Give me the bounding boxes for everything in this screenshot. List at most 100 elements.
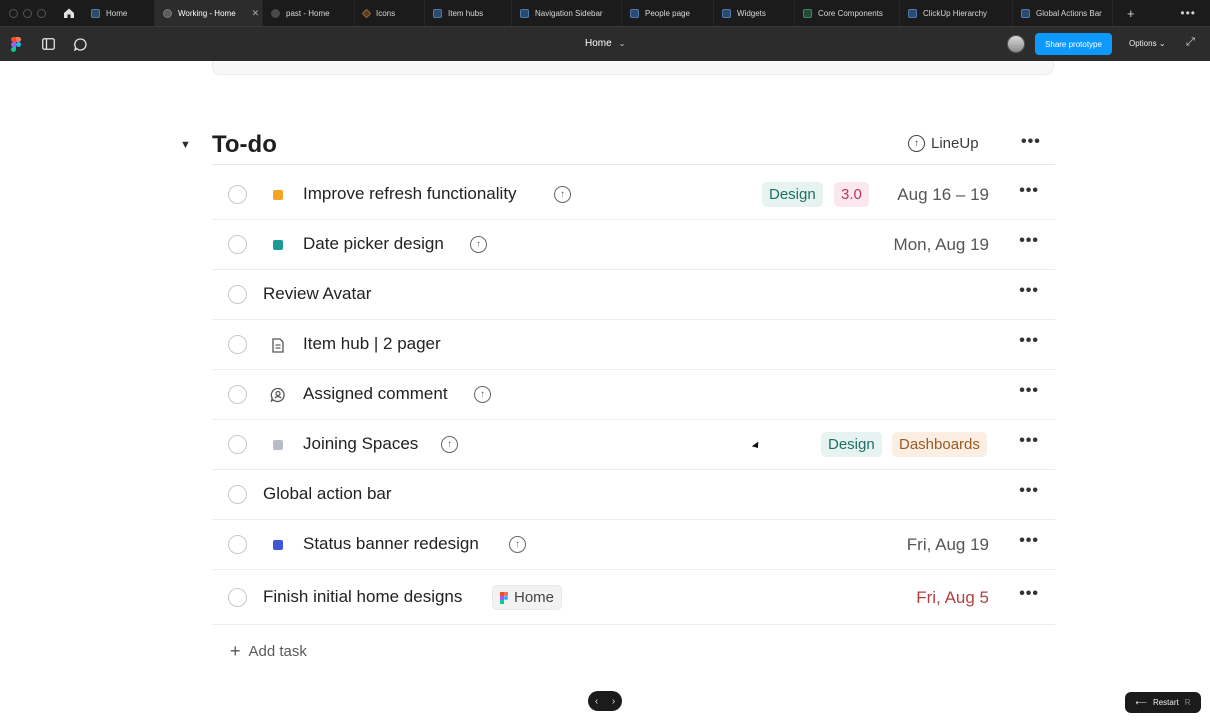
dot-icon bbox=[271, 8, 280, 18]
lineup-icon[interactable]: ↑ bbox=[474, 386, 491, 403]
task-date[interactable]: Fri, Aug 5 bbox=[916, 588, 989, 608]
tag-design[interactable]: Design bbox=[762, 182, 823, 207]
section-more-icon[interactable]: ••• bbox=[1021, 133, 1041, 151]
task-more-icon[interactable]: ••• bbox=[1019, 482, 1039, 500]
task-name[interactable]: Date picker design bbox=[303, 234, 444, 254]
section-title: To-do bbox=[212, 131, 277, 158]
prototype-canvas: ▼ To-do ↑ LineUp ••• Improve refresh fun… bbox=[0, 61, 1210, 720]
tab-global-actions-bar[interactable]: Global Actions Bar bbox=[1013, 0, 1113, 26]
task-more-icon[interactable]: ••• bbox=[1019, 232, 1039, 250]
previous-frame-icon[interactable]: ‹ bbox=[595, 696, 598, 707]
close-tab-icon[interactable]: ✕ bbox=[252, 8, 260, 19]
task-checkbox[interactable] bbox=[228, 185, 247, 204]
task-checkbox[interactable] bbox=[228, 535, 247, 554]
task-more-icon[interactable]: ••• bbox=[1019, 532, 1039, 550]
task-more-icon[interactable]: ••• bbox=[1019, 585, 1039, 603]
task-more-icon[interactable]: ••• bbox=[1019, 382, 1039, 400]
task-checkbox[interactable] bbox=[228, 485, 247, 504]
tab-clickup-hierarchy[interactable]: ClickUp Hierarchy bbox=[900, 0, 1013, 26]
figma-logo-icon[interactable] bbox=[0, 27, 32, 62]
task-checkbox[interactable] bbox=[228, 285, 247, 304]
task-row[interactable]: Assigned comment ↑ ••• bbox=[212, 370, 1055, 420]
chevron-down-icon: ⌄ bbox=[618, 39, 626, 48]
task-row[interactable]: Item hub | 2 pager ••• bbox=[212, 320, 1055, 370]
task-name[interactable]: Status banner redesign bbox=[303, 534, 479, 554]
status-square-icon bbox=[273, 190, 283, 200]
tab-home[interactable]: Home bbox=[83, 0, 155, 26]
share-prototype-button[interactable]: Share prototype bbox=[1035, 33, 1112, 55]
tab-people-page[interactable]: People page bbox=[622, 0, 714, 26]
tab-icons[interactable]: Icons bbox=[355, 0, 425, 26]
caret-down-icon[interactable]: ▼ bbox=[180, 139, 192, 151]
diamond-icon bbox=[361, 8, 372, 18]
task-name[interactable]: Item hub | 2 pager bbox=[303, 334, 441, 354]
lineup-icon[interactable]: ↑ bbox=[554, 186, 571, 203]
tab-widgets[interactable]: Widgets bbox=[714, 0, 795, 26]
task-name[interactable]: Joining Spaces bbox=[303, 434, 418, 454]
tag-version[interactable]: 3.0 bbox=[834, 182, 869, 207]
status-square-icon bbox=[273, 540, 283, 550]
task-date[interactable]: Fri, Aug 19 bbox=[907, 535, 989, 555]
task-row[interactable]: Status banner redesign ↑ Fri, Aug 19 ••• bbox=[212, 520, 1055, 570]
new-tab-button[interactable]: + bbox=[1127, 6, 1135, 21]
figma-file-icon bbox=[722, 8, 731, 18]
task-checkbox[interactable] bbox=[228, 435, 247, 454]
task-name[interactable]: Improve refresh functionality bbox=[303, 184, 517, 204]
document-icon bbox=[269, 336, 287, 354]
task-more-icon[interactable]: ••• bbox=[1019, 282, 1039, 300]
tag-dashboards[interactable]: Dashboards bbox=[892, 432, 987, 457]
figma-logo-icon bbox=[500, 591, 508, 604]
task-row[interactable]: Global action bar ••• bbox=[212, 470, 1055, 520]
task-date[interactable]: Aug 16 – 19 bbox=[897, 185, 989, 205]
close-window-button[interactable] bbox=[9, 8, 18, 18]
task-row[interactable]: Date picker design ↑ Mon, Aug 19 ••• bbox=[212, 220, 1055, 270]
task-name[interactable]: Finish initial home designs bbox=[263, 587, 462, 607]
status-square-icon bbox=[273, 240, 283, 250]
more-icon[interactable]: ••• bbox=[1180, 6, 1196, 20]
home-icon[interactable] bbox=[55, 0, 83, 26]
options-button[interactable]: Options ⌄ bbox=[1129, 39, 1166, 48]
expand-icon[interactable]: ⤢ bbox=[1186, 36, 1195, 49]
lineup-icon: ↑ bbox=[908, 135, 925, 152]
task-checkbox[interactable] bbox=[228, 235, 247, 254]
task-checkbox[interactable] bbox=[228, 588, 247, 607]
next-frame-icon[interactable]: › bbox=[612, 696, 615, 707]
chevron-down-icon: ⌄ bbox=[1158, 39, 1166, 48]
play-icon bbox=[163, 8, 172, 18]
tag-home[interactable]: Home bbox=[492, 585, 563, 610]
comment-icon[interactable] bbox=[64, 27, 96, 62]
tab-item-hubs[interactable]: Item hubs bbox=[425, 0, 512, 26]
figma-file-icon bbox=[520, 8, 529, 18]
tab-navigation-sidebar[interactable]: Navigation Sidebar bbox=[512, 0, 622, 26]
avatar[interactable] bbox=[1007, 35, 1025, 53]
sidebar-toggle-icon[interactable] bbox=[32, 27, 64, 62]
tab-core-components[interactable]: Core Components bbox=[795, 0, 900, 26]
add-task-button[interactable]: + Add task bbox=[230, 641, 307, 662]
tag-design[interactable]: Design bbox=[821, 432, 882, 457]
lineup-icon[interactable]: ↑ bbox=[470, 236, 487, 253]
task-row[interactable]: Finish initial home designs Home Fri, Au… bbox=[212, 570, 1055, 625]
tab-past-home[interactable]: past - Home bbox=[263, 0, 355, 26]
prototype-page-selector[interactable]: Home ⌄ bbox=[585, 38, 625, 49]
task-row[interactable]: Review Avatar ••• bbox=[212, 270, 1055, 320]
task-name[interactable]: Review Avatar bbox=[263, 284, 371, 304]
lineup-button[interactable]: ↑ LineUp bbox=[908, 135, 979, 152]
tab-working-home[interactable]: Working - Home ✕ bbox=[155, 0, 263, 26]
task-row[interactable]: Joining Spaces ↑ Design Dashboards ••• bbox=[212, 420, 1055, 470]
task-checkbox[interactable] bbox=[228, 335, 247, 354]
task-more-icon[interactable]: ••• bbox=[1019, 182, 1039, 200]
lineup-icon[interactable]: ↑ bbox=[509, 536, 526, 553]
task-name[interactable]: Assigned comment bbox=[303, 384, 448, 404]
task-more-icon[interactable]: ••• bbox=[1019, 332, 1039, 350]
lineup-icon[interactable]: ↑ bbox=[441, 436, 458, 453]
figma-file-icon bbox=[630, 8, 639, 18]
zoom-window-button[interactable] bbox=[37, 8, 46, 18]
task-row[interactable]: Improve refresh functionality ↑ Design 3… bbox=[212, 170, 1055, 220]
restart-button[interactable]: ⟵ Restart R bbox=[1125, 692, 1201, 713]
figma-file-icon bbox=[1021, 8, 1030, 18]
task-checkbox[interactable] bbox=[228, 385, 247, 404]
task-name[interactable]: Global action bar bbox=[263, 484, 392, 504]
task-more-icon[interactable]: ••• bbox=[1019, 432, 1039, 450]
task-date[interactable]: Mon, Aug 19 bbox=[894, 235, 989, 255]
minimize-window-button[interactable] bbox=[23, 8, 32, 18]
